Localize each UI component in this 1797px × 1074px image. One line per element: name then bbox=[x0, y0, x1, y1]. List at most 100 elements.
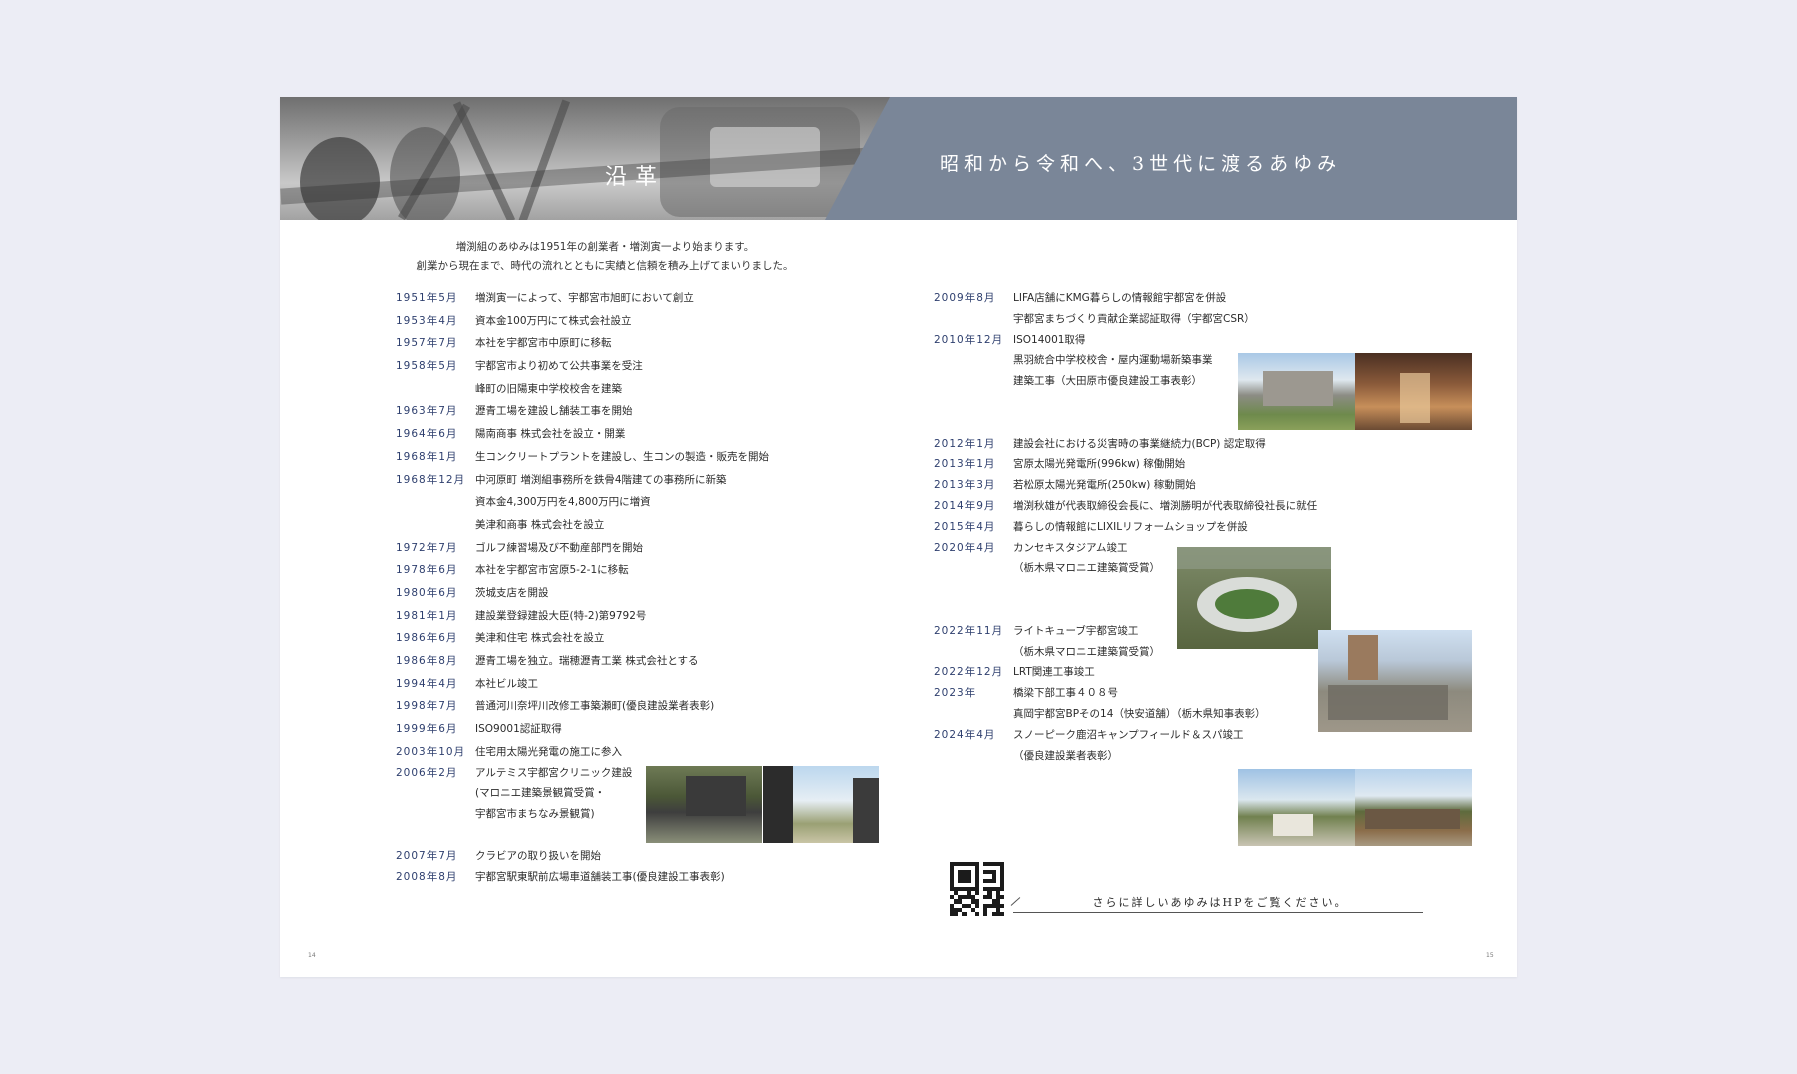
qr-module bbox=[999, 895, 1004, 900]
timeline-text: ゴルフ練習場及び不動産部門を開始 bbox=[475, 541, 643, 554]
timeline-text: ライトキューブ宇都宮竣工 bbox=[1013, 624, 1139, 637]
timeline-row: 1978年6月 本社を宇都宮市宮原5-2-1に移転 bbox=[396, 558, 796, 581]
timeline-date: 1986年8月 bbox=[396, 655, 458, 667]
timeline-date: 2022年12月 bbox=[934, 666, 1004, 679]
photo-campfield-landscape bbox=[1238, 769, 1355, 846]
qr-module bbox=[999, 886, 1004, 892]
timeline-text: 瀝青工場を建設し舗装工事を開始 bbox=[475, 405, 633, 418]
page-number-left: 14 bbox=[308, 952, 316, 959]
timeline-date: 2024年4月 bbox=[934, 728, 996, 741]
timeline-row: 1964年6月 陽南商事 株式会社を設立・開業 bbox=[396, 422, 796, 445]
timeline-row: 2007年7月 クラビアの取り扱いを開始 bbox=[396, 844, 796, 865]
timeline-date: 2006年2月 bbox=[396, 766, 458, 779]
timeline-date: 1986年6月 bbox=[396, 632, 458, 645]
timeline-date: 1998年7月 bbox=[396, 700, 458, 713]
timeline-date: 2020年4月 bbox=[934, 541, 996, 554]
timeline-row: 2014年9月 増渕秋雄が代表取締役会長に、増渕勝明が代表取締役社長に就任 bbox=[934, 494, 1434, 515]
photo-school-exterior bbox=[1238, 353, 1355, 430]
photo-clinic-exterior bbox=[646, 766, 762, 843]
timeline-text: 真岡宇都宮BPその14（快安道舗）（栃木県知事表彰） bbox=[1013, 707, 1266, 720]
qr-module bbox=[974, 891, 980, 896]
timeline-text: スノーピーク鹿沼キャンプフィールド＆スパ竣工 bbox=[1013, 728, 1244, 741]
timeline-text: ISO14001取得 bbox=[1013, 333, 1086, 346]
timeline-date: 1981年1月 bbox=[396, 609, 458, 622]
timeline-date: 1957年7月 bbox=[396, 337, 458, 350]
photo-campfield-building bbox=[1355, 769, 1472, 846]
timeline-row: 2003年10月 住宅用太陽光発電の施工に参入 bbox=[396, 740, 796, 761]
timeline-row: 1953年4月 資本金100万円にて株式会社設立 bbox=[396, 309, 796, 332]
brochure-spread: 沿革 昭和から令和へ、3世代に渡るあゆみ 増渕組のあゆみは1951年の創業者・増… bbox=[280, 97, 1517, 977]
timeline-row: 1968年12月 中河原町 増渕組事務所を鉄骨4階建ての事務所に新築 bbox=[396, 468, 796, 491]
timeline-text: 建築工事（大田原市優良建設工事表彰） bbox=[1013, 375, 1202, 388]
timeline-row: 1999年6月 ISO9001認証取得 bbox=[396, 717, 796, 740]
timeline-row: 美津和商事 株式会社を設立 bbox=[396, 513, 796, 536]
timeline-text: 黒羽統合中学校校舎・屋内運動場新築事業 bbox=[1013, 354, 1213, 367]
timeline-text: 中河原町 増渕組事務所を鉄骨4階建ての事務所に新築 bbox=[475, 473, 727, 486]
timeline-text: 建設業登録建設大臣(特-2)第9792号 bbox=[475, 609, 647, 622]
timeline-text: 資本金4,300万円を4,800万円に増資 bbox=[475, 496, 651, 509]
page-number-right: 15 bbox=[1486, 952, 1494, 959]
timeline-row: 1980年6月 茨城支店を開設 bbox=[396, 581, 796, 604]
timeline-text: (マロニエ建築景観賞受賞・ bbox=[475, 787, 606, 800]
timeline-row: 1968年1月 生コンクリートプラントを建設し、生コンの製造・販売を開始 bbox=[396, 445, 796, 468]
timeline-date: 1968年12月 bbox=[396, 473, 466, 486]
timeline-row: 1951年5月 増渕寅一によって、宇都宮市旭町において創立 bbox=[396, 286, 796, 309]
photo-school-interior bbox=[1355, 353, 1472, 430]
timeline-text: LRT関連工事竣工 bbox=[1013, 666, 1095, 679]
timeline-text: 宮原太陽光発電所(996kw) 稼働開始 bbox=[1013, 458, 1186, 471]
timeline-text: 宇都宮まちづくり貢献企業認証取得（宇都宮CSR） bbox=[1013, 312, 1255, 325]
tagline: 昭和から令和へ、3世代に渡るあゆみ bbox=[940, 153, 1342, 175]
timeline-text: ISO9001認証取得 bbox=[475, 723, 562, 736]
timeline-row: 1972年7月 ゴルフ練習場及び不動産部門を開始 bbox=[396, 536, 796, 559]
note-slash bbox=[1010, 897, 1021, 906]
qr-module bbox=[966, 878, 971, 883]
timeline-row: 1994年4月 本社ビル竣工 bbox=[396, 672, 796, 695]
timeline-text: アルテミス宇都宮クリニック建設 bbox=[475, 766, 633, 779]
timeline-date: 1980年6月 bbox=[396, 586, 458, 599]
photo-light-cube bbox=[1318, 630, 1472, 732]
timeline-text: 峰町の旧陽東中学校校舎を建築 bbox=[475, 382, 622, 395]
intro-line: 増渕組のあゆみは1951年の創業者・増渕寅一より始まります。 bbox=[455, 241, 755, 253]
timeline-text: 本社を宇都宮市中原町に移転 bbox=[475, 337, 612, 350]
qr-module bbox=[954, 911, 959, 916]
timeline-text: （栃木県マロニエ建築賞受賞） bbox=[1013, 562, 1160, 575]
timeline-text: LIFA店舗にKMG暮らしの情報館宇都宮を併設 bbox=[1013, 292, 1227, 304]
timeline-date: 2008年8月 bbox=[396, 870, 458, 883]
timeline-date: 2009年8月 bbox=[934, 292, 996, 304]
photo-kanseki-stadium bbox=[1177, 547, 1331, 649]
photo-clinic-courtyard bbox=[763, 766, 879, 843]
timeline-text: 暮らしの情報館にLIXILリフォームショップを併設 bbox=[1013, 520, 1248, 533]
timeline-text: 橋梁下部工事４０８号 bbox=[1013, 687, 1118, 700]
timeline-text: 普通河川奈坪川改修工事築瀬町(優良建設業者表彰) bbox=[475, 700, 715, 713]
timeline-row: 1986年6月 美津和住宅 株式会社を設立 bbox=[396, 626, 796, 649]
timeline-text: 増渕寅一によって、宇都宮市旭町において創立 bbox=[475, 292, 694, 304]
timeline-text: 本社ビル竣工 bbox=[475, 677, 538, 690]
timeline-text: クラビアの取り扱いを開始 bbox=[475, 849, 601, 862]
timeline-date: 1951年5月 bbox=[396, 292, 458, 304]
qr-module bbox=[999, 911, 1004, 916]
qr-module bbox=[991, 878, 996, 883]
timeline-date: 1953年4月 bbox=[396, 314, 458, 327]
timeline-date: 1958年5月 bbox=[396, 360, 458, 373]
timeline-text: 住宅用太陽光発電の施工に参入 bbox=[475, 745, 622, 758]
timeline-text: 瀝青工場を独立。瑞穂瀝青工業 株式会社とする bbox=[475, 655, 699, 667]
timeline-row: 1986年8月 瀝青工場を独立。瑞穂瀝青工業 株式会社とする bbox=[396, 649, 796, 672]
timeline-date: 2007年7月 bbox=[396, 849, 458, 862]
qr-code[interactable] bbox=[950, 862, 1004, 916]
timeline-date: 2012年1月 bbox=[934, 437, 996, 450]
timeline-row: 1963年7月 瀝青工場を建設し舗装工事を開始 bbox=[396, 399, 796, 422]
timeline-row: 峰町の旧陽東中学校校舎を建築 bbox=[396, 377, 796, 400]
timeline-row: 2010年12月 ISO14001取得 bbox=[934, 328, 1434, 349]
timeline-text: 宇都宮市まちなみ景観賞) bbox=[475, 808, 595, 821]
timeline-text: 増渕秋雄が代表取締役会長に、増渕勝明が代表取締役社長に就任 bbox=[1013, 499, 1318, 512]
timeline-text: 陽南商事 株式会社を設立・開業 bbox=[475, 428, 626, 441]
timeline-text: 茨城支店を開設 bbox=[475, 586, 549, 599]
intro-line: 創業から現在まで、時代の流れとともに実績と信頼を積み上げてまいりました。 bbox=[416, 260, 794, 272]
timeline-date: 2022年11月 bbox=[934, 624, 1004, 637]
timeline-row: 2013年3月 若松原太陽光発電所(250kw) 稼動開始 bbox=[934, 473, 1434, 494]
timeline-row: 資本金4,300万円を4,800万円に増資 bbox=[396, 490, 796, 513]
timeline-date: 1972年7月 bbox=[396, 541, 458, 554]
timeline-text: 若松原太陽光発電所(250kw) 稼動開始 bbox=[1013, 479, 1196, 492]
timeline-text: （栃木県マロニエ建築賞受賞） bbox=[1013, 645, 1160, 658]
timeline-text: 宇都宮市より初めて公共事業を受注 bbox=[475, 360, 643, 373]
